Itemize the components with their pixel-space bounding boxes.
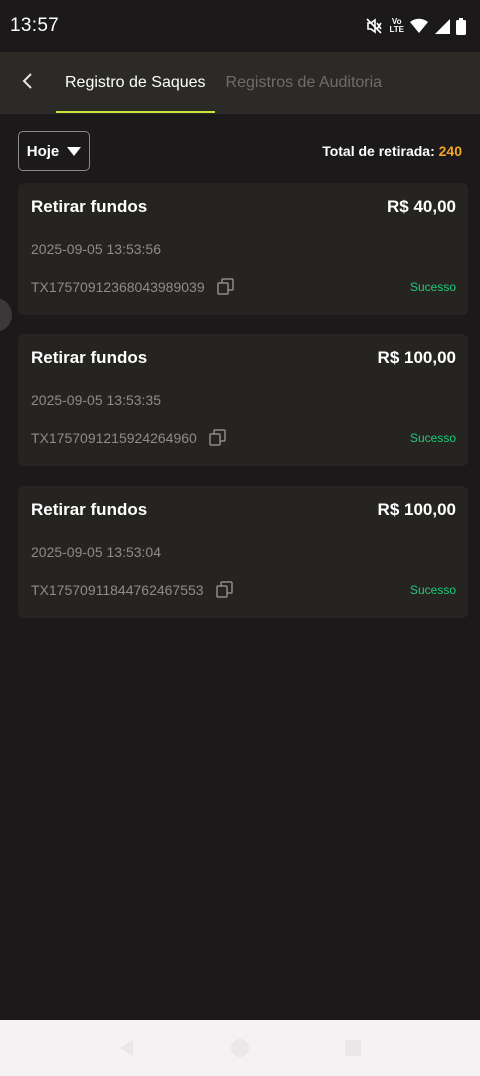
record-amount: R$ 100,00	[377, 500, 456, 519]
record-date: 2025-09-05 13:53:56	[31, 241, 161, 257]
volte-icon: Vo LTE	[389, 18, 404, 34]
battery-icon	[456, 17, 466, 35]
caret-down-icon	[67, 143, 82, 160]
record-transaction: TX17570911844762467553	[31, 581, 233, 598]
record-amount: R$ 40,00	[387, 197, 456, 216]
date-filter-dropdown[interactable]: Hoje	[18, 131, 90, 171]
tab-label: Registros de Auditoria	[225, 74, 383, 91]
record-status: Sucesso	[409, 431, 456, 445]
back-triangle-icon[interactable]	[107, 1028, 147, 1068]
record-status: Sucesso	[409, 583, 456, 597]
dropdown-value: Hoje	[26, 142, 60, 160]
record-transaction: TX17570912368043989039	[31, 278, 234, 295]
system-nav-bar	[0, 1020, 480, 1076]
total-value: 240	[438, 143, 462, 159]
record-date: 2025-09-05 13:53:35	[31, 392, 161, 408]
record-transaction: TX1757091215924264960	[31, 429, 226, 446]
status-bar: 13:57 Vo LTE	[0, 0, 480, 52]
record-date: 2025-09-05 13:53:04	[31, 544, 161, 560]
record-title: Retirar fundos	[31, 500, 148, 519]
mute-icon	[365, 17, 383, 35]
copy-icon[interactable]	[209, 429, 226, 446]
record-title: Retirar fundos	[31, 197, 148, 216]
transaction-id: TX17570911844762467553	[31, 581, 204, 598]
status-time: 13:57	[10, 15, 60, 36]
record-amount: R$ 100,00	[377, 348, 456, 367]
tab-registro-de-saques[interactable]: Registro de Saques	[56, 52, 215, 114]
home-circle-icon[interactable]	[220, 1028, 260, 1068]
total-withdrawal: Total de retirada: 240	[322, 143, 462, 159]
record-status: Sucesso	[409, 280, 456, 294]
recents-square-icon[interactable]	[333, 1028, 373, 1068]
signal-icon	[434, 18, 450, 34]
withdrawal-record-card: Retirar fundos R$ 100,00 2025-09-05 13:5…	[18, 334, 468, 466]
record-title: Retirar fundos	[31, 348, 148, 367]
filter-row: Hoje Total de retirada: 240	[18, 131, 462, 171]
copy-icon[interactable]	[216, 278, 234, 295]
tab-label: Registro de Saques	[65, 74, 206, 91]
chevron-left-icon	[21, 72, 35, 95]
status-icons: Vo LTE	[365, 17, 466, 35]
transaction-id: TX1757091215924264960	[31, 429, 197, 446]
copy-icon[interactable]	[215, 581, 233, 598]
total-label: Total de retirada:	[322, 143, 435, 159]
transaction-id: TX17570912368043989039	[31, 278, 205, 295]
back-button[interactable]	[0, 52, 56, 114]
floating-side-handle[interactable]	[0, 298, 12, 332]
volte-bottom-label: LTE	[389, 25, 404, 34]
header: Registro de Saques Registros de Auditori…	[0, 52, 480, 114]
wifi-icon	[410, 18, 428, 34]
withdrawal-record-card: Retirar fundos R$ 100,00 2025-09-05 13:5…	[18, 486, 468, 618]
withdrawal-record-card: Retirar fundos R$ 40,00 2025-09-05 13:53…	[18, 183, 468, 315]
tab-registros-de-auditoria[interactable]: Registros de Auditoria	[217, 52, 392, 114]
